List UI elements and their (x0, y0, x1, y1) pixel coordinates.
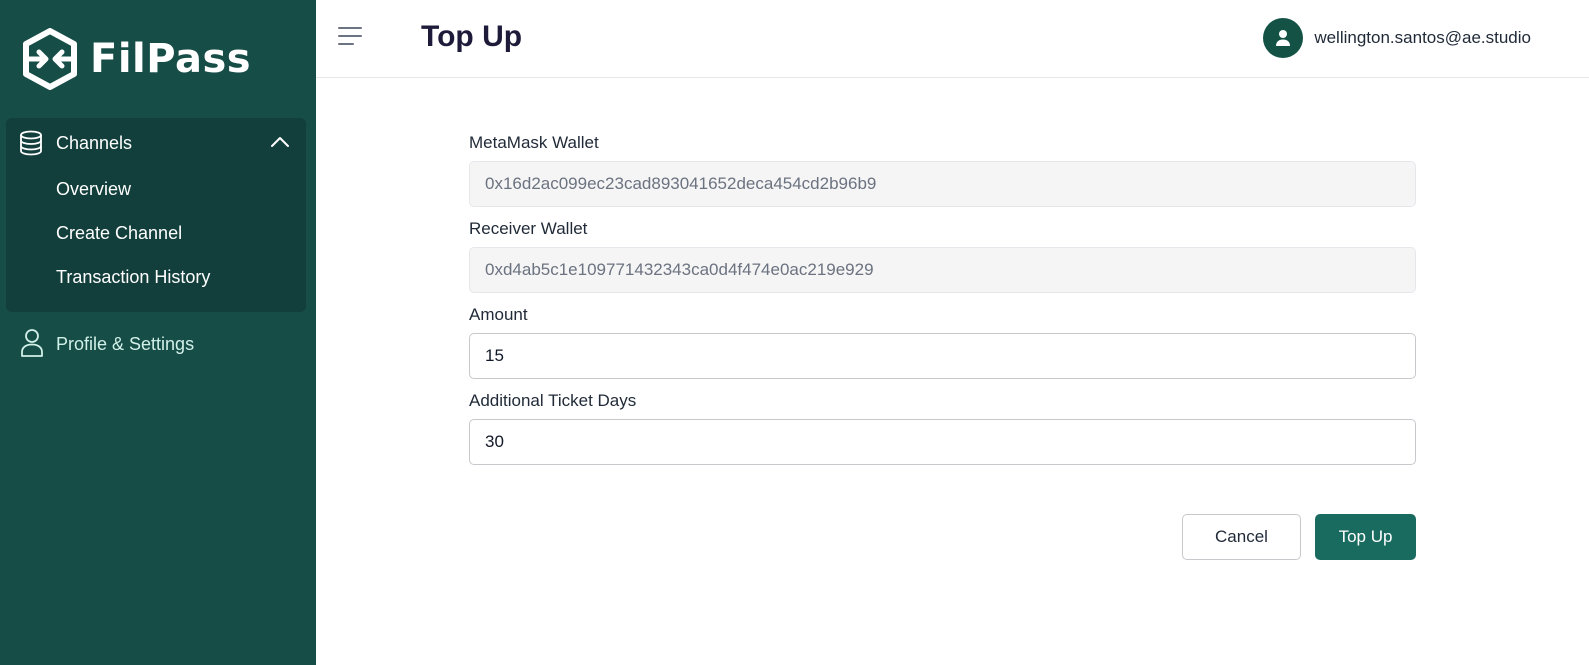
nav-group-channels: Channels Overview Create Channel Transac… (6, 118, 306, 312)
receiver-wallet-group: Receiver Wallet 0xd4ab5c1e109771432343ca… (469, 219, 1416, 293)
amount-group: Amount 15 (469, 305, 1416, 379)
sidebar: FilPass Channels Overview Create Channel… (0, 0, 316, 665)
user-menu[interactable]: wellington.santos@ae.studio (1263, 18, 1531, 58)
cancel-button[interactable]: Cancel (1182, 514, 1301, 560)
receiver-wallet-field: 0xd4ab5c1e109771432343ca0d4f474e0ac219e9… (469, 247, 1416, 293)
form-actions: Cancel Top Up (469, 514, 1416, 560)
metamask-wallet-field: 0x16d2ac099ec23cad893041652deca454cd2b96… (469, 161, 1416, 207)
sidebar-item-profile-settings[interactable]: Profile & Settings (0, 322, 316, 366)
chevron-up-icon[interactable] (270, 135, 290, 149)
top-up-form: MetaMask Wallet 0x16d2ac099ec23cad893041… (469, 133, 1416, 477)
sidebar-item-channels[interactable]: Channels (6, 118, 306, 168)
filpass-logo-icon (23, 28, 77, 90)
avatar[interactable] (1263, 18, 1304, 58)
sidebar-item-create-channel[interactable]: Create Channel (56, 223, 182, 244)
app-root: FilPass Channels Overview Create Channel… (0, 0, 1589, 665)
hamburger-menu-icon[interactable] (338, 27, 364, 47)
sidebar-item-overview[interactable]: Overview (56, 179, 131, 200)
amount-field[interactable]: 15 (469, 333, 1416, 379)
sidebar-item-transaction-history[interactable]: Transaction History (56, 267, 210, 288)
amount-label: Amount (469, 305, 528, 324)
user-email: wellington.santos@ae.studio (1314, 28, 1531, 47)
page-title: Top Up (421, 20, 523, 53)
ticket-days-label: Additional Ticket Days (469, 391, 637, 410)
user-icon (21, 329, 43, 357)
top-up-button[interactable]: Top Up (1315, 514, 1416, 560)
brand-name: FilPass (90, 36, 252, 82)
main-content: Top Up wellington.santos@ae.studio MetaM… (316, 0, 1589, 665)
database-icon (20, 130, 42, 156)
sidebar-item-profile-label: Profile & Settings (56, 334, 195, 354)
ticket-days-group: Additional Ticket Days 30 (469, 391, 1416, 465)
sidebar-item-channels-label: Channels (56, 133, 133, 153)
receiver-wallet-label: Receiver Wallet (469, 219, 588, 238)
metamask-wallet-group: MetaMask Wallet 0x16d2ac099ec23cad893041… (469, 133, 1416, 207)
ticket-days-field[interactable]: 30 (469, 419, 1416, 465)
brand-logo[interactable]: FilPass (22, 28, 251, 90)
top-bar: Top Up wellington.santos@ae.studio (316, 0, 1589, 78)
metamask-wallet-label: MetaMask Wallet (469, 133, 599, 152)
user-avatar-icon (1276, 30, 1291, 46)
